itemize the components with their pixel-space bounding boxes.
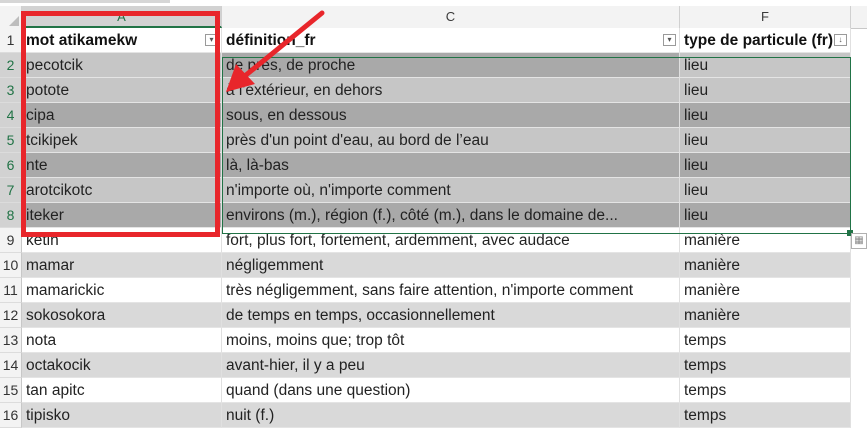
cell-mot[interactable]: pecotcik	[22, 53, 222, 78]
row-number[interactable]: 11	[0, 278, 22, 303]
sort-filter-icon[interactable]: ↓	[834, 34, 847, 46]
cell-type[interactable]: manière	[680, 228, 851, 253]
cell-definition[interactable]: à l'extérieur, en dehors	[222, 78, 680, 103]
table-row: 13 nota moins, moins que; trop tôt temps	[0, 328, 867, 353]
cell-type[interactable]: manière	[680, 303, 851, 328]
header-label: mot atikamekw	[26, 32, 138, 49]
cell-type[interactable]: lieu	[680, 128, 851, 153]
cell-definition[interactable]: avant-hier, il y a peu	[222, 353, 680, 378]
cell-definition[interactable]: environs (m.), région (f.), côté (m.), d…	[222, 203, 680, 228]
quick-analysis-icon[interactable]: ▦	[851, 233, 867, 249]
cell-mot[interactable]: sokosokora	[22, 303, 222, 328]
cell-mot[interactable]: nte	[22, 153, 222, 178]
row-number[interactable]: 15	[0, 378, 22, 403]
cell-mot[interactable]: nota	[22, 328, 222, 353]
cell-type[interactable]: lieu	[680, 203, 851, 228]
row-number[interactable]: 16	[0, 403, 22, 428]
cell-definition[interactable]: fort, plus fort, fortement, ardemment, a…	[222, 228, 680, 253]
header-cell-definition[interactable]: définition_fr ▾	[222, 28, 680, 53]
cell-type[interactable]: lieu	[680, 178, 851, 203]
header-label: définition_fr	[226, 32, 316, 49]
table-row: 11 mamarickic très négligemment, sans fa…	[0, 278, 867, 303]
column-header-a[interactable]: A	[22, 6, 222, 28]
cell-mot[interactable]: iteker	[22, 203, 222, 228]
row-number[interactable]: 3	[0, 78, 22, 103]
row-number[interactable]: 12	[0, 303, 22, 328]
table-row: 3 potote à l'extérieur, en dehors lieu	[0, 78, 867, 103]
cell-type[interactable]: lieu	[680, 53, 851, 78]
cell-type[interactable]: temps	[680, 403, 851, 428]
table-row: 9 ketin fort, plus fort, fortement, arde…	[0, 228, 867, 253]
header-cell-type-particule[interactable]: type de particule (fr) ↓	[680, 28, 851, 53]
table-row: 14 octakocik avant-hier, il y a peu temp…	[0, 353, 867, 378]
cell-definition[interactable]: près d'un point d'eau, au bord de l’eau	[222, 128, 680, 153]
cell-type[interactable]: manière	[680, 253, 851, 278]
cell-mot[interactable]: cipa	[22, 103, 222, 128]
cell-type[interactable]: lieu	[680, 78, 851, 103]
cell-mot[interactable]: potote	[22, 78, 222, 103]
table-row: 5 tcikipek près d'un point d'eau, au bor…	[0, 128, 867, 153]
cell-definition[interactable]: de près, de proche	[222, 53, 680, 78]
column-header-row: A C F	[0, 6, 867, 29]
cell-definition[interactable]: négligemment	[222, 253, 680, 278]
row-number[interactable]: 13	[0, 328, 22, 353]
vertical-scroll-area[interactable]	[851, 250, 867, 436]
header-label: type de particule (fr)	[684, 32, 833, 49]
row-number[interactable]: 4	[0, 103, 22, 128]
cell-mot[interactable]: mamarickic	[22, 278, 222, 303]
cell-mot[interactable]: ketin	[22, 228, 222, 253]
cell-definition[interactable]: là, là-bas	[222, 153, 680, 178]
table-row: 10 mamar négligemment manière	[0, 253, 867, 278]
cell-mot[interactable]: mamar	[22, 253, 222, 278]
cell-definition[interactable]: nuit (f.)	[222, 403, 680, 428]
cell-definition[interactable]: de temps en temps, occasionnellement	[222, 303, 680, 328]
row-number[interactable]: 2	[0, 53, 22, 78]
cell-mot[interactable]: arotcikotc	[22, 178, 222, 203]
cell-definition[interactable]: moins, moins que; trop tôt	[222, 328, 680, 353]
cell-mot[interactable]: octakocik	[22, 353, 222, 378]
table-row: 2 pecotcik de près, de proche lieu	[0, 53, 867, 78]
spreadsheet-grid: A C F 1 mot atikamekw ▾ définition_fr ▾ …	[0, 6, 867, 436]
cell-definition[interactable]: n'importe où, n'importe comment	[222, 178, 680, 203]
cell-type[interactable]: lieu	[680, 153, 851, 178]
table-row: 6 nte là, là-bas lieu	[0, 153, 867, 178]
row-number[interactable]: 1	[0, 28, 22, 53]
cell-definition[interactable]: sous, en dessous	[222, 103, 680, 128]
row-number[interactable]: 7	[0, 178, 22, 203]
row-number[interactable]: 8	[0, 203, 22, 228]
row-number[interactable]: 6	[0, 153, 22, 178]
cell-mot[interactable]: tan apitc	[22, 378, 222, 403]
table-row: 4 cipa sous, en dessous lieu	[0, 103, 867, 128]
cell-definition[interactable]: quand (dans une question)	[222, 378, 680, 403]
table-row: 15 tan apitc quand (dans une question) t…	[0, 378, 867, 403]
row-number[interactable]: 10	[0, 253, 22, 278]
row-number[interactable]: 9	[0, 228, 22, 253]
header-cell-mot-atikamekw[interactable]: mot atikamekw ▾	[22, 28, 222, 53]
select-all-corner[interactable]	[0, 6, 22, 28]
row-number[interactable]: 14	[0, 353, 22, 378]
cell-type[interactable]: temps	[680, 353, 851, 378]
cell-mot[interactable]: tipisko	[22, 403, 222, 428]
ribbon-shadow	[0, 0, 170, 3]
cell-definition[interactable]: très négligemment, sans faire attention,…	[222, 278, 680, 303]
table-row: 12 sokosokora de temps en temps, occasio…	[0, 303, 867, 328]
table-row: 7 arotcikotc n'importe où, n'importe com…	[0, 178, 867, 203]
column-header-c[interactable]: C	[222, 6, 680, 28]
cell-type[interactable]: manière	[680, 278, 851, 303]
column-header-f[interactable]: F	[680, 6, 851, 28]
table-row: 16 tipisko nuit (f.) temps	[0, 403, 867, 428]
cell-type[interactable]: lieu	[680, 103, 851, 128]
cell-mot[interactable]: tcikipek	[22, 128, 222, 153]
table-row: 8 iteker environs (m.), région (f.), côt…	[0, 203, 867, 228]
cell-type[interactable]: temps	[680, 378, 851, 403]
filter-dropdown-icon[interactable]: ▾	[663, 34, 676, 46]
cell-type[interactable]: temps	[680, 328, 851, 353]
row-number[interactable]: 5	[0, 128, 22, 153]
table-header-row: 1 mot atikamekw ▾ définition_fr ▾ type d…	[0, 28, 867, 53]
filter-dropdown-icon[interactable]: ▾	[205, 34, 218, 46]
